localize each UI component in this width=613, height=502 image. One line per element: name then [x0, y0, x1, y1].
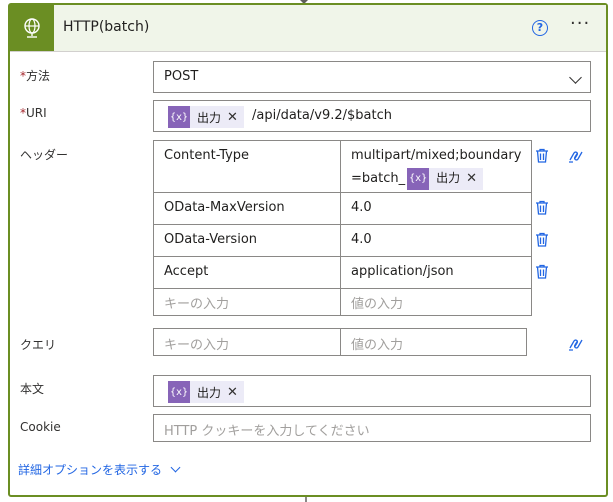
remove-token-icon[interactable]: ✕	[227, 385, 244, 400]
delete-icon[interactable]	[535, 232, 549, 247]
method-select[interactable]: POST	[153, 61, 591, 93]
header-value: application/json	[351, 264, 454, 279]
chevron-down-icon	[569, 71, 582, 84]
uri-suffix-text: /api/data/v9.2/$batch	[252, 108, 392, 123]
advanced-label: 詳細オプションを表示する	[18, 463, 163, 477]
header-key-input[interactable]: キーの入力	[153, 288, 341, 316]
header-key-cell[interactable]: Content-Type	[153, 140, 341, 193]
body-field[interactable]: {x} 出力 ✕	[153, 375, 591, 407]
header-key-cell[interactable]: OData-Version	[153, 224, 341, 257]
header-value-prefix: =batch_	[351, 171, 406, 186]
uri-label-text: URI	[26, 106, 47, 120]
method-label-text: 方法	[26, 69, 51, 83]
action-title: HTTP(batch)	[63, 19, 150, 35]
headers-label: ヘッダー	[20, 148, 69, 162]
query-key-input[interactable]: キーの入力	[153, 328, 341, 356]
header-key: Accept	[164, 264, 209, 279]
switch-to-text-mode-icon[interactable]	[567, 149, 585, 163]
cookie-placeholder: HTTP クッキーを入力してください	[164, 424, 370, 439]
delete-icon[interactable]	[535, 148, 549, 163]
method-label: *方法	[20, 67, 50, 84]
uri-field[interactable]: {x} 出力 ✕ /api/data/v9.2/$batch	[153, 100, 591, 132]
more-options-icon[interactable]: ···	[570, 13, 590, 34]
help-icon[interactable]: ?	[532, 20, 548, 36]
header-value-cell[interactable]: 4.0	[339, 192, 533, 225]
header-value-input[interactable]: 値の入力	[339, 288, 533, 316]
header-key-cell[interactable]: Accept	[153, 256, 341, 289]
query-value-input[interactable]: 値の入力	[340, 328, 527, 356]
header-value-cell[interactable]: multipart/mixed;boundary =batch_ {x} 出力 …	[339, 140, 533, 193]
cookie-input[interactable]: HTTP クッキーを入力してください	[153, 414, 591, 442]
header-key: OData-MaxVersion	[164, 200, 285, 215]
header-key: Content-Type	[164, 148, 250, 163]
value-placeholder: 値の入力	[351, 338, 404, 353]
header-key-cell[interactable]: OData-MaxVersion	[153, 192, 341, 225]
key-placeholder: キーの入力	[164, 338, 230, 353]
remove-token-icon[interactable]: ✕	[227, 110, 244, 125]
method-value: POST	[164, 69, 199, 84]
show-advanced-options-link[interactable]: 詳細オプションを表示する	[18, 461, 181, 478]
token-label: 出力	[197, 385, 222, 400]
header-row: Content-Type multipart/mixed;boundary =b…	[153, 140, 533, 193]
cookie-label: Cookie	[20, 420, 61, 434]
delete-icon[interactable]	[535, 200, 549, 215]
header-value: 4.0	[351, 200, 372, 215]
headers-table: Content-Type multipart/mixed;boundary =b…	[153, 140, 533, 316]
value-placeholder: 値の入力	[351, 297, 404, 312]
delete-icon[interactable]	[535, 264, 549, 279]
key-placeholder: キーの入力	[164, 297, 230, 312]
query-label: クエリ	[20, 338, 57, 352]
chevron-down-icon	[170, 462, 181, 473]
header-value: 4.0	[351, 232, 372, 247]
body-label: 本文	[20, 382, 45, 396]
uri-label: *URI	[20, 106, 47, 120]
header-key: OData-Version	[164, 232, 258, 247]
token-label: 出力	[197, 110, 222, 125]
header-row: OData-Version 4.0	[153, 224, 533, 257]
header-row-new: キーの入力 値の入力	[153, 288, 533, 316]
expression-icon: {x}	[168, 106, 190, 128]
dynamic-content-token[interactable]: {x} 出力 ✕	[407, 166, 484, 191]
token-label: 出力	[436, 171, 461, 185]
header-value-line1: multipart/mixed;boundary	[351, 148, 522, 163]
switch-to-text-mode-icon[interactable]	[567, 337, 585, 351]
header-value-cell[interactable]: 4.0	[339, 224, 533, 257]
header-row: Accept application/json	[153, 256, 533, 289]
http-action-card: HTTP(batch) ? ··· *方法 POST *URI {x} 出力 ✕…	[8, 3, 608, 497]
card-header[interactable]: HTTP(batch) ? ···	[10, 5, 606, 52]
dynamic-content-token[interactable]: {x} 出力 ✕	[168, 381, 244, 403]
header-value-cell[interactable]: application/json	[339, 256, 533, 289]
expression-icon: {x}	[407, 167, 430, 190]
dynamic-content-token[interactable]: {x} 出力 ✕	[168, 106, 244, 128]
expression-icon: {x}	[168, 381, 190, 403]
remove-token-icon[interactable]: ✕	[466, 166, 483, 191]
http-globe-icon	[10, 5, 54, 51]
header-row: OData-MaxVersion 4.0	[153, 192, 533, 225]
